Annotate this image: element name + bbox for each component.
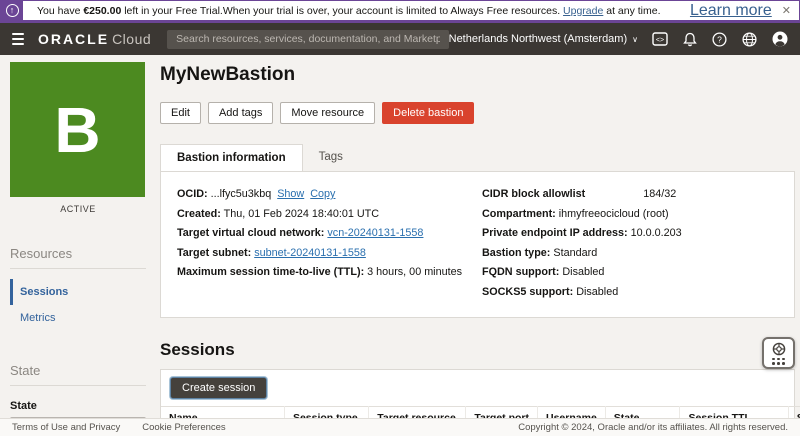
notifications-bell-icon[interactable] (681, 31, 698, 48)
upgrade-arrow-icon: ↑ (1, 1, 23, 21)
status-badge: ACTIVE (10, 204, 146, 214)
subnet-link[interactable]: subnet-20240131-1558 (254, 247, 366, 259)
apps-grid-icon (772, 358, 785, 365)
page-footer: Terms of Use and Privacy Cookie Preferen… (0, 418, 800, 436)
compartment-field: Compartment: ihmyfreeocicloud (root) (482, 205, 778, 225)
sidebar-item-metrics[interactable]: Metrics (10, 305, 146, 331)
trial-message: You have €250.00 left in your Free Trial… (37, 5, 661, 17)
region-selector[interactable]: Netherlands Northwest (Amsterdam)∨ (449, 33, 638, 45)
cidr-field: CIDR block allowlist184/32 (482, 185, 778, 205)
top-navbar: ORACLECloud Netherlands Northwest (Amste… (0, 23, 800, 55)
life-ring-icon (772, 342, 786, 356)
ocid-copy-link[interactable]: Copy (310, 188, 335, 200)
chevron-down-icon: ∨ (632, 35, 638, 44)
add-tags-button[interactable]: Add tags (208, 102, 273, 124)
upgrade-link[interactable]: Upgrade (563, 5, 603, 17)
avatar-letter: B (54, 93, 100, 167)
bastion-information-panel: OCID: ...lfyc5u3kbq Show Copy Created: T… (160, 171, 795, 318)
terms-link[interactable]: Terms of Use and Privacy (12, 422, 120, 433)
user-avatar[interactable] (771, 31, 788, 48)
delete-bastion-button[interactable]: Delete bastion (382, 102, 474, 124)
socks5-field: SOCKS5 support: Disabled (482, 283, 778, 303)
private-ip-field: Private endpoint IP address: 10.0.0.203 (482, 224, 778, 244)
subnet-field: Target subnet: subnet-20240131-1558 (177, 244, 482, 264)
ocid-field: OCID: ...lfyc5u3kbq Show Copy (177, 185, 482, 205)
search-input[interactable] (167, 30, 448, 49)
edit-button[interactable]: Edit (160, 102, 201, 124)
vcn-field: Target virtual cloud network: vcn-202401… (177, 224, 482, 244)
tab-bastion-information[interactable]: Bastion information (160, 144, 303, 171)
resources-heading: Resources (10, 246, 146, 269)
state-filter-label: State (10, 400, 146, 412)
vcn-link[interactable]: vcn-20240131-1558 (327, 227, 423, 239)
copyright-text: Copyright © 2024, Oracle and/or its affi… (518, 422, 788, 433)
trial-amount: €250.00 (83, 5, 121, 17)
bastion-avatar: B (10, 62, 145, 197)
created-field: Created: Thu, 01 Feb 2024 18:40:01 UTC (177, 205, 482, 225)
learn-more-link[interactable]: Learn more (690, 2, 772, 20)
sessions-heading: Sessions (160, 340, 795, 360)
support-widget[interactable] (762, 337, 795, 369)
sidebar-item-sessions[interactable]: Sessions (10, 279, 146, 305)
menu-icon[interactable] (12, 33, 24, 45)
create-session-button[interactable]: Create session (170, 377, 267, 399)
svg-text:?: ? (717, 34, 722, 44)
oracle-cloud-logo[interactable]: ORACLECloud (38, 31, 151, 47)
help-icon[interactable]: ? (711, 31, 728, 48)
svg-text:<>: <> (655, 37, 663, 44)
page-title: MyNewBastion (160, 64, 795, 86)
tab-tags[interactable]: Tags (303, 144, 359, 171)
language-globe-icon[interactable] (741, 31, 758, 48)
ocid-show-link[interactable]: Show (277, 188, 304, 200)
action-toolbar: Edit Add tags Move resource Delete basti… (160, 102, 795, 124)
bastion-type-field: Bastion type: Standard (482, 244, 778, 264)
state-heading: State (10, 363, 146, 386)
fqdn-field: FQDN support: Disabled (482, 263, 778, 283)
resource-sidebar: B ACTIVE Resources Sessions Metrics Stat… (10, 62, 146, 436)
cloud-shell-icon[interactable]: <> (651, 31, 668, 48)
close-icon[interactable]: ✕ (782, 4, 791, 17)
ttl-field: Maximum session time-to-live (TTL): 3 ho… (177, 263, 482, 283)
cookie-preferences-link[interactable]: Cookie Preferences (142, 422, 225, 433)
trial-banner: ↑ You have €250.00 left in your Free Tri… (0, 0, 800, 23)
move-resource-button[interactable]: Move resource (280, 102, 375, 124)
tab-bar: Bastion information Tags (160, 144, 795, 171)
